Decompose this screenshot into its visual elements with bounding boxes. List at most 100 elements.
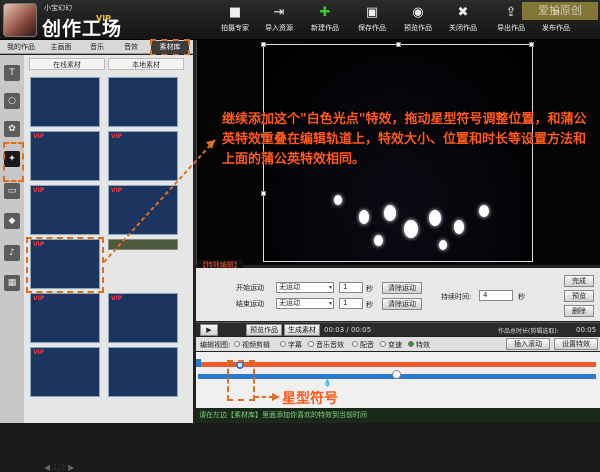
effect-track-bar[interactable] xyxy=(198,362,596,367)
tab-main-screen[interactable]: 主画面 xyxy=(42,41,80,54)
playhead-icon[interactable]: 💧 xyxy=(323,379,332,387)
shoot-expert-button[interactable]: ■ 拍摄专家 xyxy=(213,4,257,38)
text-category-icon[interactable]: T xyxy=(4,65,20,81)
effect-thumbnail[interactable]: VIP xyxy=(108,131,178,181)
effect-thumbnail[interactable]: VIP xyxy=(30,293,100,343)
start-motion-select[interactable]: 无运动 ▾ xyxy=(276,282,334,293)
radio-speed[interactable] xyxy=(380,341,386,347)
resize-handle[interactable] xyxy=(396,42,401,47)
mode-effects: 特效 xyxy=(416,341,430,349)
edit-view-bar: 编辑视图: 视频剪辑 字幕 音乐音效 配音 变速 特效 插入滚动 设置特效 xyxy=(196,337,600,351)
end-motion-select[interactable]: 无运动 ▾ xyxy=(276,298,334,309)
user-avatar[interactable] xyxy=(3,3,37,37)
camera-icon: ■ xyxy=(228,5,242,20)
resize-handle[interactable] xyxy=(261,42,266,47)
mode-music: 音乐音效 xyxy=(316,341,344,349)
pager: ◀ 1/2 ▶ xyxy=(44,463,74,472)
effect-thumbnail[interactable] xyxy=(30,77,100,127)
vip-badge: VIP xyxy=(33,295,45,302)
flower-category-icon[interactable]: ✿ xyxy=(4,121,20,137)
frame-category-icon[interactable]: ▭ xyxy=(4,183,20,199)
save-work-button[interactable]: ▣ 保存作品 xyxy=(350,4,394,38)
shape-category-icon[interactable]: ◆ xyxy=(4,213,20,229)
radio-dubbing[interactable] xyxy=(352,341,358,347)
light-spot xyxy=(439,240,447,250)
image-category-icon[interactable]: ▦ xyxy=(4,275,20,291)
highlight-material-tab xyxy=(150,39,190,56)
tab-local-material[interactable]: 本地素材 xyxy=(108,58,184,70)
radio-music[interactable] xyxy=(308,341,314,347)
close-work-button[interactable]: ✖ 关闭作品 xyxy=(441,4,485,38)
tab-online-material[interactable]: 在线素材 xyxy=(29,58,105,70)
vip-badge: VIP xyxy=(96,14,112,23)
preview-effect-button[interactable]: 预览 xyxy=(564,290,594,302)
next-page-icon[interactable]: ▶ xyxy=(68,463,74,472)
total-duration-label: 作品总时长(剪辑选取): xyxy=(498,328,559,335)
tab-sound-effects[interactable]: 音效 xyxy=(116,41,146,54)
mode-dubbing: 配音 xyxy=(360,341,374,349)
duration-label: 持续时间: xyxy=(441,293,472,301)
clear-start-motion-button[interactable]: 清除运动 xyxy=(382,282,422,294)
clear-end-motion-button[interactable]: 清除运动 xyxy=(382,298,422,310)
light-spot xyxy=(404,220,418,238)
effect-thumbnail[interactable]: VIP xyxy=(30,347,100,397)
save-icon: ▣ xyxy=(365,5,379,20)
highlight-star-marker xyxy=(227,360,255,401)
music-category-icon[interactable]: ♪ xyxy=(4,245,20,261)
start-marker[interactable] xyxy=(196,359,201,367)
effect-thumbnail[interactable]: VIP xyxy=(108,293,178,343)
effect-thumbnail[interactable]: VIP xyxy=(30,131,100,181)
seconds-label: 秒 xyxy=(366,285,373,293)
resize-handle[interactable] xyxy=(529,42,534,47)
new-work-label: 新建作品 xyxy=(311,24,339,32)
tab-music[interactable]: 音乐 xyxy=(82,41,112,54)
preview-work-label: 预览作品 xyxy=(404,24,432,32)
effect-thumbnail[interactable] xyxy=(108,347,178,397)
new-work-button[interactable]: ✚ 新建作品 xyxy=(303,4,347,38)
start-spin-value: 1 xyxy=(343,283,348,291)
effect-thumbnail[interactable] xyxy=(108,77,178,127)
prev-page-icon[interactable]: ◀ xyxy=(44,463,53,472)
new-icon: ✚ xyxy=(319,5,331,20)
duration-spinner[interactable]: 4 xyxy=(479,290,513,301)
insert-scroll-button[interactable]: 插入滚动 xyxy=(506,338,550,350)
end-motion-label: 结束运动 xyxy=(236,300,264,308)
tab-my-works[interactable]: 我的作品 xyxy=(2,41,40,54)
vip-badge: VIP xyxy=(33,349,45,356)
light-spot xyxy=(454,220,464,234)
total-duration-value: 00:05 xyxy=(576,326,597,334)
top-toolbar: 小宝幻幻 创作工场 VIP ■ 拍摄专家 ⇥ 导入资源 ✚ 新建作品 ▣ 保存作… xyxy=(0,0,600,40)
done-button[interactable]: 完成 xyxy=(564,275,594,287)
search-category-icon[interactable]: ○ xyxy=(4,93,20,109)
mode-subtitle: 字幕 xyxy=(288,341,302,349)
effect-edit-panel: 开始运动 无运动 ▾ 1 秒 清除运动 结束运动 无运动 ▾ 1 秒 清除运动 持续… xyxy=(196,268,600,321)
radio-video-clip[interactable] xyxy=(234,341,240,347)
resize-handle[interactable] xyxy=(261,191,266,196)
end-motion-spinner[interactable]: 1 xyxy=(339,298,363,309)
import-resource-button[interactable]: ⇥ 导入资源 xyxy=(257,4,301,38)
delete-effect-button[interactable]: 删除 xyxy=(564,305,594,317)
current-time: 00:03 / 00:05 xyxy=(324,326,372,334)
edit-track[interactable]: 💧 xyxy=(196,352,600,408)
tutorial-annotation: 继续添加这个"白色光点"特效，拖动星型符号调整位置，和蒲公英特效重叠在编辑轨道上… xyxy=(222,112,587,167)
preview-work-button[interactable]: ◉ 预览作品 xyxy=(396,4,440,38)
chevron-down-icon: ▾ xyxy=(328,284,332,291)
chevron-down-icon: ▾ xyxy=(328,300,332,307)
radio-subtitle[interactable] xyxy=(280,341,286,347)
status-bar: 请在左边【素材库】里面添加你喜欢的特效到当前时间 xyxy=(196,408,600,423)
light-spot xyxy=(384,205,396,221)
vip-badge: VIP xyxy=(33,133,45,140)
play-button[interactable]: ▶ xyxy=(200,324,218,336)
generate-material-button[interactable]: 生成素材 xyxy=(284,324,320,336)
radio-effects[interactable] xyxy=(408,341,414,347)
effect-thumbnail[interactable] xyxy=(108,239,178,250)
end-marker[interactable] xyxy=(392,370,401,379)
set-effect-button[interactable]: 设置特效 xyxy=(554,338,598,350)
effect-thumbnail[interactable]: VIP xyxy=(30,185,100,235)
preview-work-small-button[interactable]: 预览作品 xyxy=(246,324,282,336)
start-motion-spinner[interactable]: 1 xyxy=(339,282,363,293)
mode-speed: 变速 xyxy=(388,341,402,349)
effect-thumbnail[interactable]: VIP xyxy=(108,185,178,235)
start-motion-value: 无运动 xyxy=(279,283,300,291)
shoot-expert-label: 拍摄专家 xyxy=(221,24,249,32)
